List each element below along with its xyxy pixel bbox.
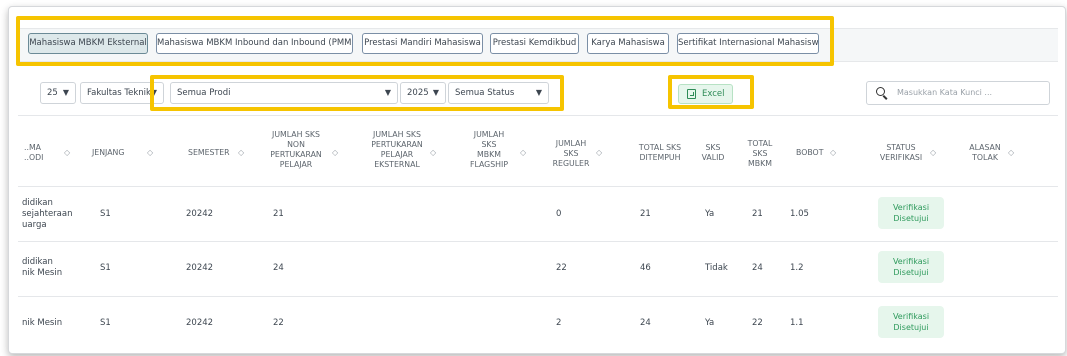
sort-icon[interactable]: ◇ [930,148,936,157]
excel-export-button[interactable]: Excel [678,84,733,104]
excel-label: Excel [702,89,725,99]
cell-jenjang: S1 [100,209,111,219]
cell-total-mbkm: 22 [752,318,763,328]
cell-sks-non-pertukaran: 21 [273,209,284,219]
sort-icon[interactable]: ◇ [520,148,526,157]
cell-total-ditempuh: 24 [640,318,651,328]
col-header-bobot[interactable]: BOBOT [796,148,823,158]
chevron-down-icon: ▼ [432,88,439,97]
tab-karya-mahasiswa[interactable]: Karya Mahasiswa [587,33,669,54]
col-header-status-verifikasi[interactable]: STATUS VERIFIKASI [876,143,926,163]
col-header-semester[interactable]: SEMESTER [188,148,230,158]
status-badge: Verifikasi Disetujui [878,251,944,283]
status-select[interactable]: Semua Status ▼ [448,82,549,104]
row-divider [18,296,1058,297]
cell-bobot: 1.05 [790,209,809,219]
search-icon [876,87,885,96]
tab-sertifikat-internasional[interactable]: Sertifikat Internasional Mahasiswa [677,33,819,54]
sort-icon[interactable]: ◇ [830,148,836,157]
col-header-sks-non-pertukaran[interactable]: JUMLAH SKS NON PERTUKARAN PELAJAR [266,130,326,170]
fakultas-value: Fakultas Teknik [87,88,151,98]
fakultas-select[interactable]: Fakultas Teknik ▼ [80,82,164,104]
cell-prodi: nik Mesin [22,318,63,328]
col-header-sks-reguler[interactable]: JUMLAH SKS REGULER [552,139,590,169]
cell-semester: 20242 [186,263,214,273]
cell-sks-valid: Tidak [705,263,728,273]
row-divider [18,241,1058,242]
cell-sks-valid: Ya [705,318,715,328]
page-size-value: 25 [47,88,58,98]
sort-icon[interactable]: ◇ [147,148,153,157]
cell-sks-non-pertukaran: 24 [273,263,284,273]
row-divider [18,186,1058,187]
sort-icon[interactable]: ◇ [596,148,602,157]
cell-sks-reguler: 22 [556,263,567,273]
chevron-down-icon: ▼ [384,88,391,97]
tab-mbkm-eksternal[interactable]: Mahasiswa MBKM Eksternal [28,33,148,54]
sort-icon[interactable]: ◇ [238,148,244,157]
cell-bobot: 1.1 [790,318,804,328]
col-header-sks-valid[interactable]: SKS VALID [700,143,726,163]
col-header-alasan-tolak[interactable]: ALASAN TOLAK [968,143,1002,163]
cell-sks-reguler: 2 [556,318,562,328]
prodi-value: Semua Prodi [177,88,231,98]
cell-prodi: didikan nik Mesin [22,257,63,278]
cell-total-ditempuh: 21 [640,209,651,219]
sort-icon[interactable]: ◇ [64,148,70,157]
col-header-sks-pertukaran[interactable]: JUMLAH SKS PERTUKARAN PELAJAR EKSTERNAL [366,130,428,170]
chevron-down-icon: ▼ [535,88,542,97]
col-header-total-mbkm[interactable]: TOTAL SKS MBKM [746,139,774,169]
col-header-sks-flagship[interactable]: JUMLAH SKS MBKM FLAGSHIP [466,130,512,170]
sort-icon[interactable]: ◇ [1008,148,1014,157]
cell-total-mbkm: 21 [752,209,763,219]
col-header-jenjang[interactable]: JENJANG [92,148,124,158]
search-box[interactable]: Masukkan Kata Kunci ... [866,81,1050,105]
cell-semester: 20242 [186,318,214,328]
file-download-icon [687,89,696,99]
year-value: 2025 [407,88,429,98]
col-header-total-ditempuh[interactable]: TOTAL SKS DITEMPUH [634,143,686,163]
status-value: Semua Status [455,88,515,98]
status-badge: Verifikasi Disetujui [878,306,944,338]
cell-sks-reguler: 0 [556,209,562,219]
cell-sks-non-pertukaran: 22 [273,318,284,328]
prodi-select[interactable]: Semua Prodi ▼ [170,82,398,104]
cell-sks-valid: Ya [705,209,715,219]
cell-jenjang: S1 [100,318,111,328]
cell-semester: 20242 [186,209,214,219]
cell-prodi: didikan sejahteraan uarga [22,198,73,230]
chevron-down-icon: ▼ [62,88,69,97]
search-input[interactable]: Masukkan Kata Kunci ... [897,82,992,104]
cell-total-mbkm: 24 [752,263,763,273]
chevron-down-icon: ▼ [150,88,157,97]
cell-jenjang: S1 [100,263,111,273]
sort-icon[interactable]: ◇ [332,148,338,157]
table-top-border [18,115,1058,116]
year-select[interactable]: 2025 ▼ [400,82,446,104]
col-header-nama-prodi[interactable]: ..MA ..ODI [24,143,43,163]
cell-total-ditempuh: 46 [640,263,651,273]
status-badge: Verifikasi Disetujui [878,197,944,229]
tab-mbkm-inbound[interactable]: Mahasiswa MBKM Inbound dan Inbound (PMM) [156,33,353,54]
sort-icon[interactable]: ◇ [430,148,436,157]
page-size-select[interactable]: 25 ▼ [40,82,76,104]
tab-prestasi-mandiri[interactable]: Prestasi Mandiri Mahasiswa [362,33,483,54]
cell-bobot: 1.2 [790,263,804,273]
tab-prestasi-kemdikbud[interactable]: Prestasi Kemdikbud [490,33,579,54]
